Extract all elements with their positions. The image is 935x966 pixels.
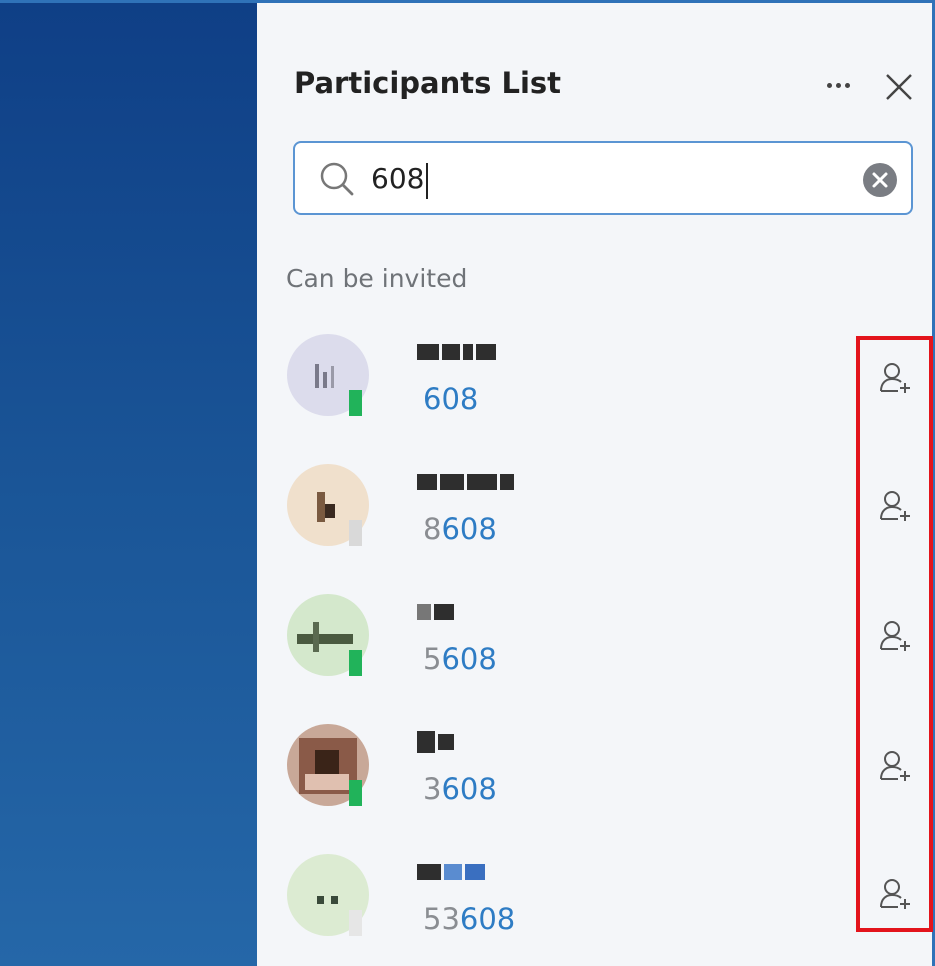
participant-row[interactable]: 3608	[257, 710, 857, 840]
participant-number: 3608	[423, 772, 497, 806]
status-indicator	[349, 780, 362, 806]
participant-name	[417, 468, 514, 496]
add-user-icon[interactable]	[878, 360, 914, 396]
clear-search-button[interactable]	[863, 163, 897, 197]
participant-row[interactable]: 608	[257, 320, 857, 450]
participant-row[interactable]: 8608	[257, 450, 857, 580]
participant-name	[417, 728, 454, 756]
search-input[interactable]: 608	[371, 162, 424, 195]
more-options-button[interactable]	[818, 70, 858, 100]
participant-name	[417, 338, 496, 366]
search-icon	[320, 162, 354, 196]
participant-number: 8608	[423, 512, 497, 546]
add-user-icon[interactable]	[878, 876, 914, 912]
participant-number: 608	[423, 382, 479, 416]
status-indicator	[349, 390, 362, 416]
status-indicator	[349, 650, 362, 676]
section-label: Can be invited	[286, 264, 468, 293]
clear-icon	[872, 172, 888, 188]
participant-name	[417, 858, 485, 886]
status-indicator	[349, 910, 362, 936]
add-user-icon[interactable]	[878, 488, 914, 524]
add-user-icon[interactable]	[878, 618, 914, 654]
add-user-icon[interactable]	[878, 748, 914, 784]
text-caret	[426, 163, 428, 199]
participant-row[interactable]: 53608	[257, 840, 857, 966]
close-icon[interactable]	[882, 70, 916, 104]
more-options-icon	[826, 82, 832, 88]
participant-number: 53608	[423, 902, 516, 936]
background-panel	[0, 0, 257, 966]
participant-row[interactable]: 5608	[257, 580, 857, 710]
participant-name	[417, 598, 454, 626]
panel-title: Participants List	[294, 66, 562, 100]
search-field[interactable]: 608	[293, 141, 913, 215]
status-indicator	[349, 520, 362, 546]
participant-number: 5608	[423, 642, 497, 676]
